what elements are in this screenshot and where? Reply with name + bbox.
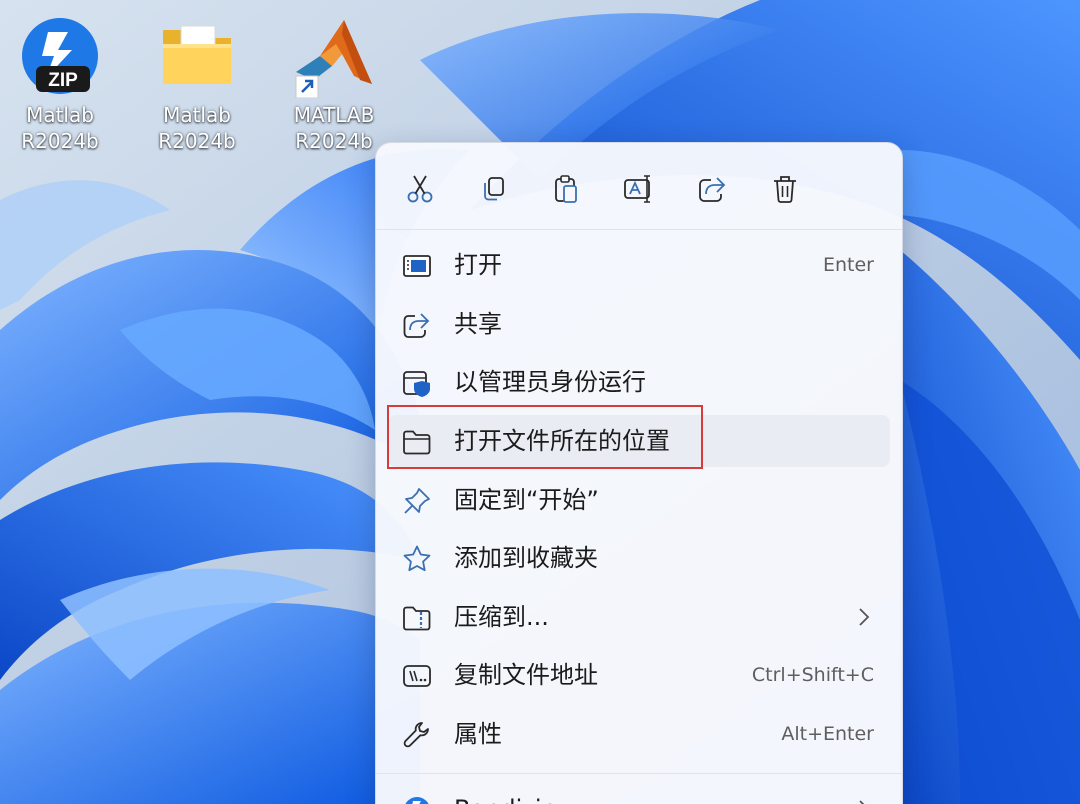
menu-item-bandizip[interactable]: Bandizip bbox=[388, 783, 890, 804]
menu-item-properties[interactable]: 属性 Alt+Enter bbox=[388, 708, 890, 760]
desktop-icon-zip[interactable]: ZIP Matlab R2024b bbox=[5, 14, 115, 154]
scissors-icon bbox=[407, 175, 433, 203]
annotation-highlight-box bbox=[387, 405, 703, 469]
menu-item-label: 固定到“开始” bbox=[454, 486, 599, 514]
share-button[interactable] bbox=[692, 169, 732, 209]
admin-shield-icon bbox=[403, 371, 430, 397]
menu-item-label: 共享 bbox=[454, 310, 502, 338]
label-line-2: R2024b bbox=[295, 129, 373, 153]
share-icon bbox=[403, 313, 430, 338]
menu-item-label: 复制文件地址 bbox=[454, 661, 598, 689]
wrench-icon bbox=[403, 722, 429, 748]
copy-icon bbox=[484, 177, 504, 201]
menu-item-share[interactable]: 共享 bbox=[388, 298, 890, 350]
delete-button[interactable] bbox=[765, 169, 805, 209]
desktop: ZIP Matlab R2024b Matlab R2024b MATLAB R… bbox=[0, 0, 1080, 804]
desktop-icon-label: Matlab R2024b bbox=[142, 102, 252, 154]
zip-archive-icon: ZIP bbox=[18, 14, 102, 98]
star-icon bbox=[403, 545, 431, 572]
menu-item-label: Bandizip bbox=[454, 792, 557, 804]
menu-item-compress-to[interactable]: 压缩到... bbox=[388, 591, 890, 643]
desktop-icon-folder[interactable]: Matlab R2024b bbox=[142, 14, 252, 154]
chevron-right-icon bbox=[859, 608, 870, 626]
menu-separator bbox=[376, 229, 902, 230]
svg-text:ZIP: ZIP bbox=[48, 70, 78, 91]
menu-item-label: 添加到收藏夹 bbox=[454, 544, 598, 572]
menu-item-copy-file-path[interactable]: 复制文件地址 Ctrl+Shift+C bbox=[388, 649, 890, 701]
trash-icon bbox=[774, 176, 796, 203]
desktop-icon-matlab-shortcut[interactable]: MATLAB R2024b bbox=[279, 14, 389, 154]
menu-item-run-as-admin[interactable]: 以管理员身份运行 bbox=[388, 356, 890, 408]
menu-item-shortcut: Enter bbox=[823, 254, 874, 276]
context-menu: 打开 Enter 共享 以管理员身份运行 打开文件所在的位置 固定到“开始” 添… bbox=[375, 142, 903, 804]
zip-folder-icon bbox=[403, 606, 431, 631]
menu-item-pin-to-start[interactable]: 固定到“开始” bbox=[388, 474, 890, 526]
folder-icon bbox=[155, 14, 239, 98]
label-line-2: R2024b bbox=[158, 129, 236, 153]
menu-item-open[interactable]: 打开 Enter bbox=[388, 239, 890, 291]
rename-button[interactable] bbox=[619, 169, 659, 209]
label-line-1: Matlab bbox=[163, 103, 231, 127]
matlab-shortcut-icon bbox=[292, 14, 376, 99]
chevron-right-icon bbox=[859, 800, 865, 804]
share-icon bbox=[699, 177, 726, 202]
context-menu-toolbar bbox=[376, 143, 902, 229]
menu-item-label: 属性 bbox=[454, 720, 502, 748]
menu-item-label: 打开 bbox=[454, 251, 502, 279]
open-app-icon bbox=[403, 255, 431, 277]
clipboard-icon bbox=[555, 175, 577, 203]
label-line-1: Matlab bbox=[26, 103, 94, 127]
label-line-1: MATLAB bbox=[293, 103, 375, 127]
desktop-icon-label: MATLAB R2024b bbox=[279, 102, 389, 154]
pin-icon bbox=[404, 488, 430, 514]
rename-icon bbox=[624, 175, 650, 203]
copy-button[interactable] bbox=[473, 169, 513, 209]
paste-button[interactable] bbox=[546, 169, 586, 209]
menu-item-add-to-favorites[interactable]: 添加到收藏夹 bbox=[388, 532, 890, 584]
label-line-2: R2024b bbox=[21, 129, 99, 153]
desktop-icon-label: Matlab R2024b bbox=[5, 102, 115, 154]
copy-path-icon bbox=[403, 665, 431, 687]
cut-button[interactable] bbox=[400, 169, 440, 209]
menu-separator bbox=[376, 773, 902, 774]
menu-item-shortcut: Ctrl+Shift+C bbox=[751, 664, 874, 686]
menu-item-label: 以管理员身份运行 bbox=[454, 368, 646, 396]
bandizip-icon bbox=[405, 797, 429, 804]
menu-item-label: 压缩到... bbox=[454, 603, 549, 631]
menu-item-shortcut: Alt+Enter bbox=[781, 723, 874, 745]
